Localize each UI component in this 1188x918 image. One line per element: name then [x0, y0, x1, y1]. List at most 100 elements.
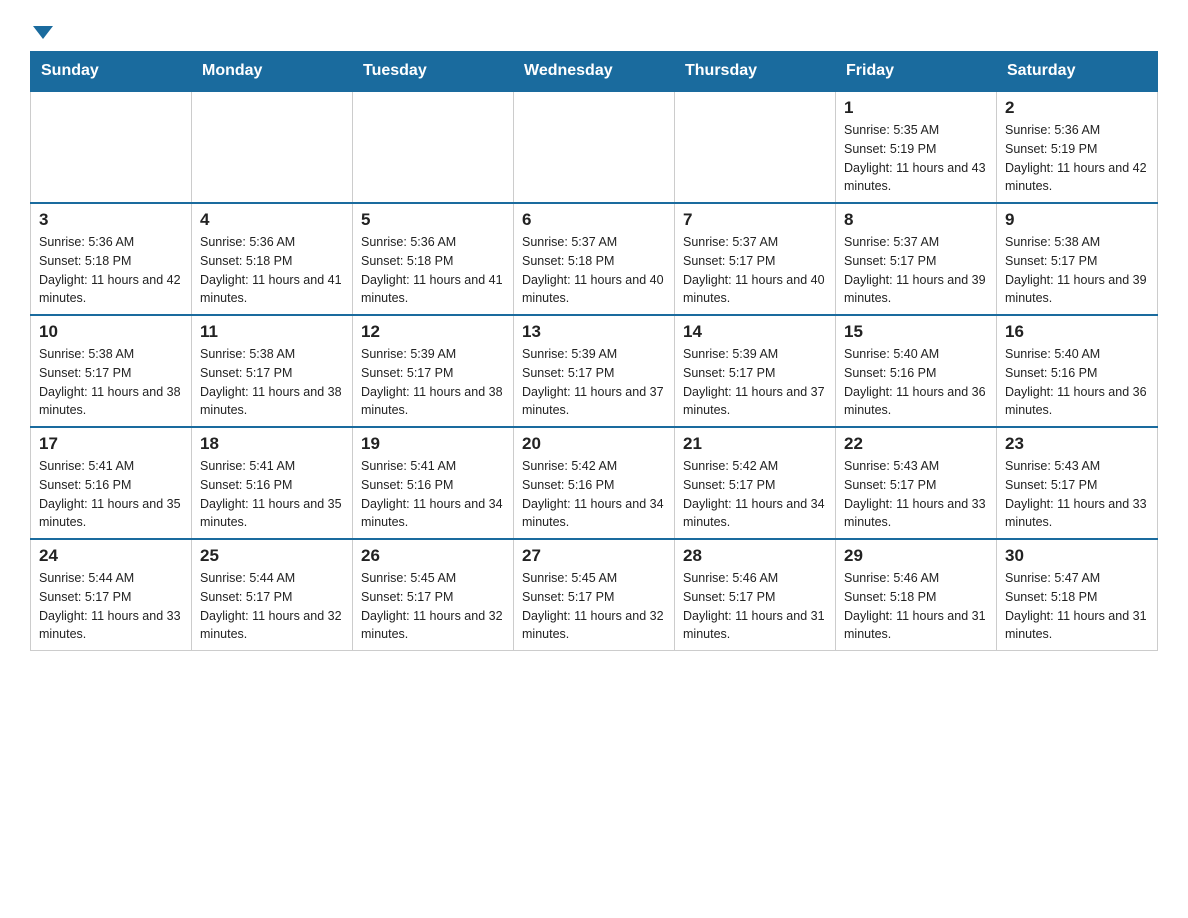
day-info: Sunrise: 5:38 AMSunset: 5:17 PMDaylight:…	[39, 345, 183, 420]
calendar-day-cell: 6 Sunrise: 5:37 AMSunset: 5:18 PMDaylight…	[514, 203, 675, 315]
day-info: Sunrise: 5:36 AMSunset: 5:19 PMDaylight:…	[1005, 121, 1149, 196]
day-number: 19	[361, 434, 505, 454]
day-info: Sunrise: 5:42 AMSunset: 5:17 PMDaylight:…	[683, 457, 827, 532]
calendar-day-cell: 23Sunrise: 5:43 AMSunset: 5:17 PMDayligh…	[997, 427, 1158, 539]
day-number: 30	[1005, 546, 1149, 566]
day-number: 17	[39, 434, 183, 454]
calendar-day-cell	[514, 91, 675, 203]
calendar-header-row: SundayMondayTuesdayWednesdayThursdayFrid…	[31, 52, 1158, 92]
calendar-week-row: 24 Sunrise: 5:44 AMSunset: 5:17 PMDayligh…	[31, 539, 1158, 651]
calendar-day-cell	[31, 91, 192, 203]
day-number: 23	[1005, 434, 1149, 454]
calendar-day-cell: 7Sunrise: 5:37 AMSunset: 5:17 PMDaylight…	[675, 203, 836, 315]
day-number: 2	[1005, 98, 1149, 118]
calendar-day-cell: 11 Sunrise: 5:38 AMSunset: 5:17 PMDayligh…	[192, 315, 353, 427]
calendar-day-cell: 10 Sunrise: 5:38 AMSunset: 5:17 PMDayligh…	[31, 315, 192, 427]
calendar-day-cell	[192, 91, 353, 203]
calendar-day-cell: 9 Sunrise: 5:38 AMSunset: 5:17 PMDaylight…	[997, 203, 1158, 315]
day-number: 25	[200, 546, 344, 566]
day-info: Sunrise: 5:45 AMSunset: 5:17 PMDaylight:…	[522, 569, 666, 644]
calendar-day-cell: 20 Sunrise: 5:42 AMSunset: 5:16 PMDayligh…	[514, 427, 675, 539]
day-info: Sunrise: 5:39 AMSunset: 5:17 PMDaylight:…	[361, 345, 505, 420]
day-number: 11	[200, 322, 344, 342]
day-info: Sunrise: 5:42 AMSunset: 5:16 PMDaylight:…	[522, 457, 666, 532]
calendar-header-friday: Friday	[836, 52, 997, 92]
calendar-day-cell: 30 Sunrise: 5:47 AMSunset: 5:18 PMDayligh…	[997, 539, 1158, 651]
day-info: Sunrise: 5:41 AMSunset: 5:16 PMDaylight:…	[200, 457, 344, 532]
day-info: Sunrise: 5:41 AMSunset: 5:16 PMDaylight:…	[361, 457, 505, 532]
day-number: 24	[39, 546, 183, 566]
calendar-day-cell	[675, 91, 836, 203]
calendar-day-cell: 29 Sunrise: 5:46 AMSunset: 5:18 PMDayligh…	[836, 539, 997, 651]
day-info: Sunrise: 5:43 AMSunset: 5:17 PMDaylight:…	[844, 457, 988, 532]
calendar-week-row: 1 Sunrise: 5:35 AMSunset: 5:19 PMDaylight…	[31, 91, 1158, 203]
day-number: 20	[522, 434, 666, 454]
day-info: Sunrise: 5:44 AMSunset: 5:17 PMDaylight:…	[39, 569, 183, 644]
calendar-day-cell: 13 Sunrise: 5:39 AMSunset: 5:17 PMDayligh…	[514, 315, 675, 427]
day-info: Sunrise: 5:40 AMSunset: 5:16 PMDaylight:…	[844, 345, 988, 420]
calendar-day-cell: 27Sunrise: 5:45 AMSunset: 5:17 PMDayligh…	[514, 539, 675, 651]
day-number: 7	[683, 210, 827, 230]
day-info: Sunrise: 5:36 AMSunset: 5:18 PMDaylight:…	[361, 233, 505, 308]
calendar-table: SundayMondayTuesdayWednesdayThursdayFrid…	[30, 51, 1158, 651]
day-number: 29	[844, 546, 988, 566]
calendar-day-cell: 19 Sunrise: 5:41 AMSunset: 5:16 PMDayligh…	[353, 427, 514, 539]
day-number: 12	[361, 322, 505, 342]
day-info: Sunrise: 5:38 AMSunset: 5:17 PMDaylight:…	[200, 345, 344, 420]
calendar-day-cell: 12 Sunrise: 5:39 AMSunset: 5:17 PMDayligh…	[353, 315, 514, 427]
day-info: Sunrise: 5:41 AMSunset: 5:16 PMDaylight:…	[39, 457, 183, 532]
day-number: 18	[200, 434, 344, 454]
day-info: Sunrise: 5:36 AMSunset: 5:18 PMDaylight:…	[200, 233, 344, 308]
day-info: Sunrise: 5:46 AMSunset: 5:18 PMDaylight:…	[844, 569, 988, 644]
day-info: Sunrise: 5:39 AMSunset: 5:17 PMDaylight:…	[683, 345, 827, 420]
day-info: Sunrise: 5:37 AMSunset: 5:17 PMDaylight:…	[844, 233, 988, 308]
day-info: Sunrise: 5:47 AMSunset: 5:18 PMDaylight:…	[1005, 569, 1149, 644]
calendar-day-cell: 15Sunrise: 5:40 AMSunset: 5:16 PMDayligh…	[836, 315, 997, 427]
day-info: Sunrise: 5:46 AMSunset: 5:17 PMDaylight:…	[683, 569, 827, 644]
calendar-day-cell: 4Sunrise: 5:36 AMSunset: 5:18 PMDaylight…	[192, 203, 353, 315]
day-number: 14	[683, 322, 827, 342]
calendar-day-cell: 14 Sunrise: 5:39 AMSunset: 5:17 PMDayligh…	[675, 315, 836, 427]
day-info: Sunrise: 5:35 AMSunset: 5:19 PMDaylight:…	[844, 121, 988, 196]
day-number: 8	[844, 210, 988, 230]
day-number: 3	[39, 210, 183, 230]
calendar-day-cell: 17 Sunrise: 5:41 AMSunset: 5:16 PMDayligh…	[31, 427, 192, 539]
page-header	[30, 20, 1158, 33]
calendar-header-saturday: Saturday	[997, 52, 1158, 92]
calendar-week-row: 10 Sunrise: 5:38 AMSunset: 5:17 PMDayligh…	[31, 315, 1158, 427]
calendar-day-cell: 21Sunrise: 5:42 AMSunset: 5:17 PMDayligh…	[675, 427, 836, 539]
day-number: 22	[844, 434, 988, 454]
logo	[30, 20, 53, 33]
day-number: 13	[522, 322, 666, 342]
calendar-week-row: 17 Sunrise: 5:41 AMSunset: 5:16 PMDayligh…	[31, 427, 1158, 539]
day-info: Sunrise: 5:37 AMSunset: 5:18 PMDaylight:…	[522, 233, 666, 308]
day-number: 9	[1005, 210, 1149, 230]
calendar-header-sunday: Sunday	[31, 52, 192, 92]
calendar-day-cell: 28 Sunrise: 5:46 AMSunset: 5:17 PMDayligh…	[675, 539, 836, 651]
calendar-day-cell: 1 Sunrise: 5:35 AMSunset: 5:19 PMDaylight…	[836, 91, 997, 203]
day-number: 1	[844, 98, 988, 118]
day-number: 16	[1005, 322, 1149, 342]
calendar-day-cell: 24 Sunrise: 5:44 AMSunset: 5:17 PMDayligh…	[31, 539, 192, 651]
day-info: Sunrise: 5:38 AMSunset: 5:17 PMDaylight:…	[1005, 233, 1149, 308]
calendar-day-cell: 18 Sunrise: 5:41 AMSunset: 5:16 PMDayligh…	[192, 427, 353, 539]
calendar-day-cell: 3 Sunrise: 5:36 AMSunset: 5:18 PMDaylight…	[31, 203, 192, 315]
day-info: Sunrise: 5:44 AMSunset: 5:17 PMDaylight:…	[200, 569, 344, 644]
calendar-day-cell: 25 Sunrise: 5:44 AMSunset: 5:17 PMDayligh…	[192, 539, 353, 651]
calendar-header-wednesday: Wednesday	[514, 52, 675, 92]
calendar-day-cell: 16Sunrise: 5:40 AMSunset: 5:16 PMDayligh…	[997, 315, 1158, 427]
calendar-day-cell: 5Sunrise: 5:36 AMSunset: 5:18 PMDaylight…	[353, 203, 514, 315]
calendar-day-cell: 2 Sunrise: 5:36 AMSunset: 5:19 PMDaylight…	[997, 91, 1158, 203]
day-number: 6	[522, 210, 666, 230]
day-info: Sunrise: 5:45 AMSunset: 5:17 PMDaylight:…	[361, 569, 505, 644]
day-info: Sunrise: 5:39 AMSunset: 5:17 PMDaylight:…	[522, 345, 666, 420]
day-number: 28	[683, 546, 827, 566]
day-number: 10	[39, 322, 183, 342]
calendar-week-row: 3 Sunrise: 5:36 AMSunset: 5:18 PMDaylight…	[31, 203, 1158, 315]
day-info: Sunrise: 5:36 AMSunset: 5:18 PMDaylight:…	[39, 233, 183, 308]
calendar-day-cell	[353, 91, 514, 203]
calendar-header-tuesday: Tuesday	[353, 52, 514, 92]
calendar-day-cell: 26 Sunrise: 5:45 AMSunset: 5:17 PMDayligh…	[353, 539, 514, 651]
calendar-day-cell: 8 Sunrise: 5:37 AMSunset: 5:17 PMDaylight…	[836, 203, 997, 315]
day-number: 26	[361, 546, 505, 566]
